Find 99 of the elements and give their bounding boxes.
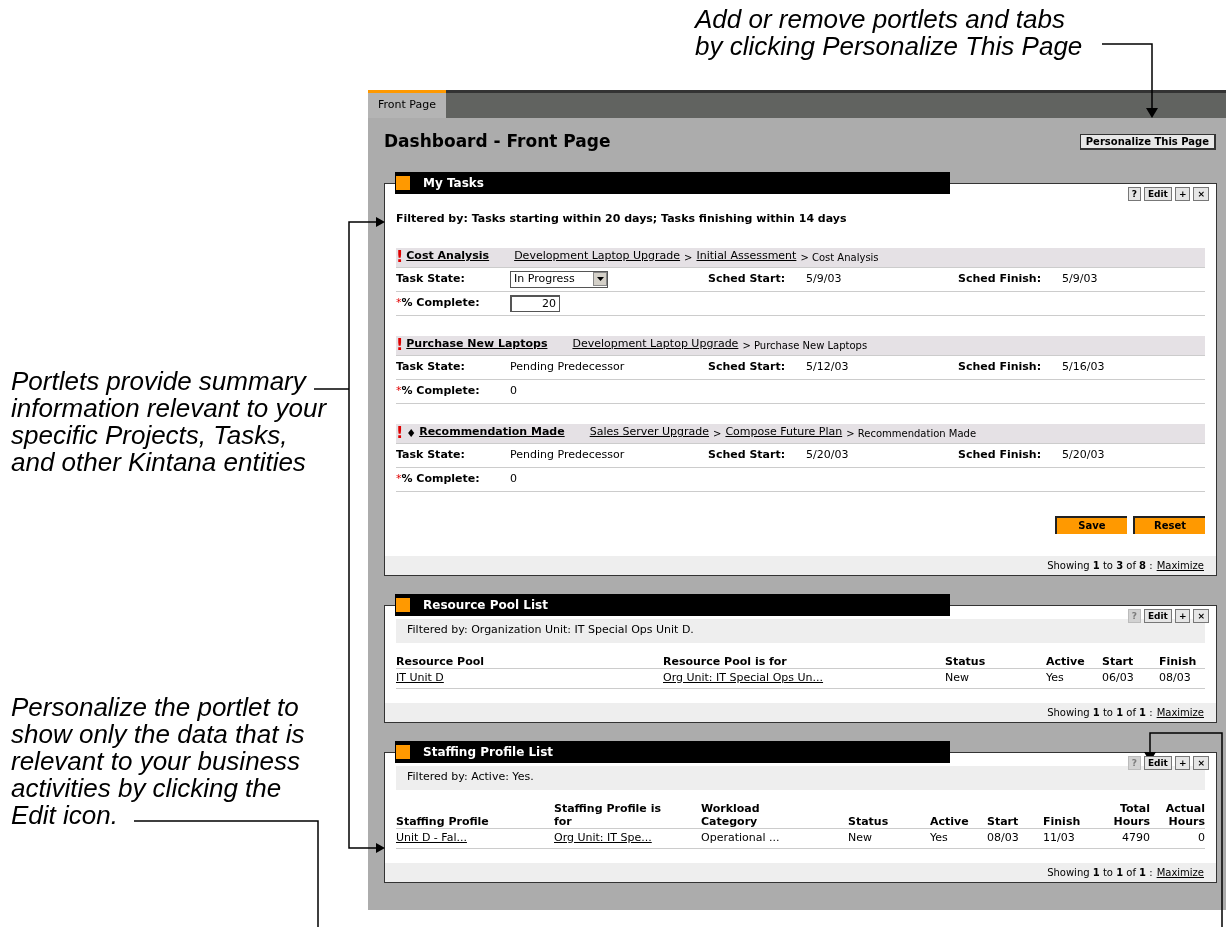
field-label: Sched Start: (708, 358, 787, 375)
path-text: > Purchase New Laptops (742, 338, 868, 353)
close-button[interactable]: × (1193, 187, 1209, 201)
table-link[interactable]: Org Unit: IT Special Ops Un... (663, 670, 824, 684)
maximize-link[interactable]: Maximize (1156, 557, 1204, 573)
percent-input[interactable]: 20 (510, 294, 560, 312)
column-header: Finish (1159, 654, 1205, 668)
column-header: Finish (1043, 801, 1098, 828)
save-button[interactable]: Save (1055, 515, 1127, 534)
field-value: 5/9/03 (1062, 270, 1099, 287)
task-state-dropdown[interactable]: In Progress (510, 270, 608, 288)
table-cell: New (848, 830, 872, 844)
column-header: Resource Pool (396, 654, 663, 668)
table-cell: 4790 (1122, 830, 1150, 844)
callout-text: Add or remove portlets and tabs by clicking Personalize This Page (695, 6, 1084, 60)
paging-text: Showing 1 to 3 of 8 : (1047, 558, 1153, 573)
path-text: > (713, 426, 722, 441)
project-path-link[interactable]: Development Laptop Upgrade (514, 248, 681, 265)
filter-text: Filtered by: Organization Unit: IT Special Ops Unit D. (396, 618, 1205, 643)
priority-mark: ! (396, 248, 404, 265)
task-name-link[interactable]: Purchase New Laptops (406, 336, 548, 353)
project-path-link[interactable]: Sales Server Upgrade (589, 424, 710, 441)
task-name-link[interactable]: Recommendation Made (419, 424, 565, 441)
portlet-icon (396, 744, 410, 759)
paging-text: Showing 1 to 1 of 1 : (1047, 865, 1153, 880)
table-link[interactable]: Unit D - Fal... (396, 830, 467, 844)
task-state-value: Pending Predecessor (510, 447, 625, 461)
table-cell: 0 (1198, 830, 1205, 844)
field-value: 5/12/03 (806, 358, 850, 375)
table-cell: 06/03 (1102, 670, 1134, 684)
project-path-link[interactable]: Compose Future Plan (725, 424, 843, 441)
page-title: Dashboard - Front Page (384, 130, 611, 154)
column-header: Resource Pool is for (663, 654, 945, 668)
callout-text: Personalize the portlet to show only the data that is relevant to your business activities by clicking the Edit icon. (11, 694, 306, 829)
priority-mark: ! (396, 424, 404, 441)
maximize-link[interactable]: Maximize (1156, 864, 1204, 880)
table-cell: Operational ... (701, 830, 780, 844)
field-value: 5/20/03 (1062, 446, 1106, 463)
table-cell: 08/03 (1159, 670, 1191, 684)
field-label: Task State: (396, 270, 466, 287)
field-value: 5/16/03 (1062, 358, 1106, 375)
column-header: Start (987, 801, 1043, 828)
field-value: 5/9/03 (806, 270, 843, 287)
table-cell: New (945, 670, 969, 684)
table-link[interactable]: Org Unit: IT Spe... (554, 830, 652, 844)
percent-value: 0 (510, 382, 517, 399)
filter-text: Filtered by: Active: Yes. (396, 765, 1205, 790)
field-label: % Complete: (401, 470, 480, 487)
portlet-title: Resource Pool List (423, 596, 548, 614)
column-header: Start (1102, 654, 1159, 668)
paging-text: Showing 1 to 1 of 1 : (1047, 705, 1153, 720)
portlet-icon (396, 597, 410, 612)
callout-text: Portlets provide summary information relevant to your specific Projects, Tasks, and other Kintana entities (11, 368, 328, 476)
required-mark: * (396, 294, 402, 311)
table-cell: Yes (930, 830, 948, 844)
column-header: Staffing Profile is for (554, 801, 701, 828)
portlet-title: My Tasks (423, 175, 484, 192)
priority-mark: ! (396, 336, 404, 353)
column-header: Active (930, 801, 987, 828)
table-cell: 08/03 (987, 830, 1019, 844)
column-header: Actual Hours (1150, 801, 1205, 828)
field-label: Task State: (396, 358, 466, 375)
task-state-value: Pending Predecessor (510, 359, 625, 373)
tab[interactable]: Front Page (368, 90, 446, 118)
field-label: % Complete: (401, 382, 480, 399)
table-link[interactable]: IT Unit D (396, 670, 444, 684)
filter-text: Filtered by: Tasks starting within 20 days; Tasks finishing within 14 days (396, 211, 848, 227)
field-value: 5/20/03 (806, 446, 850, 463)
field-label: Sched Finish: (958, 270, 1043, 287)
column-header: Status (848, 801, 930, 828)
personalize-button[interactable]: Personalize This Page (1079, 134, 1216, 150)
path-text: > (684, 250, 693, 265)
path-text: > Recommendation Made (846, 426, 977, 441)
required-mark: * (396, 382, 402, 399)
table-cell: Yes (1046, 670, 1064, 684)
percent-value: 0 (510, 470, 517, 487)
portlet-title: Staffing Profile List (423, 743, 554, 761)
task-name-link[interactable]: Cost Analysis (406, 248, 490, 265)
column-header: Status (945, 654, 1046, 668)
column-header: Total Hours (1098, 801, 1150, 828)
edit-button[interactable]: Edit (1143, 187, 1172, 201)
path-text: > Cost Analysis (800, 250, 879, 265)
field-label: Sched Start: (708, 446, 787, 463)
milestone-mark: ♦ (406, 426, 417, 441)
maximize-link[interactable]: Maximize (1156, 704, 1204, 720)
field-label: % Complete: (401, 294, 480, 311)
portlet-icon (396, 176, 410, 190)
field-label: Task State: (396, 446, 466, 463)
field-label: Sched Start: (708, 270, 787, 287)
field-label: Sched Finish: (958, 358, 1043, 375)
column-header: Staffing Profile (396, 801, 554, 828)
column-header: Active (1046, 654, 1102, 668)
table-cell: 11/03 (1043, 830, 1075, 844)
required-mark: * (396, 470, 402, 487)
column-header: Workload Category (701, 801, 848, 828)
project-path-link[interactable]: Development Laptop Upgrade (572, 336, 739, 353)
reset-button[interactable]: Reset (1133, 515, 1205, 534)
project-path-link[interactable]: Initial Assessment (696, 248, 797, 265)
field-label: Sched Finish: (958, 446, 1043, 463)
